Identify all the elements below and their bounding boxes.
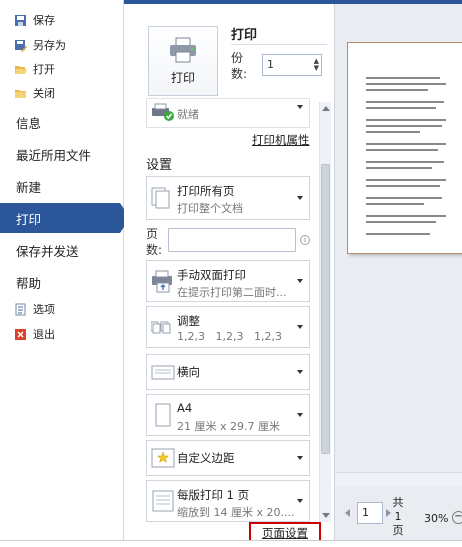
print-range-select[interactable]: 打印所有页 打印整个文档 — [146, 176, 310, 220]
nav-close-label: 关闭 — [33, 87, 55, 100]
pages-input[interactable] — [168, 228, 296, 252]
save-icon — [14, 14, 27, 27]
next-page-icon[interactable] — [386, 509, 391, 517]
copies-value: 1 — [267, 58, 274, 71]
paper-size-icon — [155, 403, 171, 427]
backstage-nav: 保存 另存为 打开 关闭 信息 最近所用文件 新建 打印 保存并发送 帮助 选项… — [0, 0, 130, 547]
page-navigator: 1 共 1 页 30% − — [335, 494, 462, 537]
info-icon[interactable]: i — [300, 235, 310, 245]
print-title: 打印 — [231, 28, 258, 43]
nav-options[interactable]: 选项 — [14, 299, 55, 319]
pages-icon — [151, 187, 170, 209]
chevron-down-icon — [297, 325, 303, 329]
chevron-down-icon — [297, 499, 303, 503]
page-number-input[interactable]: 1 — [357, 502, 383, 524]
scroll-down-icon[interactable] — [322, 513, 330, 518]
chevron-down-icon — [297, 370, 303, 374]
nav-save-send[interactable]: 保存并发送 — [0, 235, 124, 265]
status-bar — [0, 540, 462, 547]
nav-open-label: 打开 — [33, 63, 55, 76]
nav-options-label: 选项 — [33, 303, 55, 316]
divider — [231, 44, 327, 45]
scroll-up-icon[interactable] — [322, 106, 330, 111]
collate-select[interactable]: 调整 1,2,3 1,2,3 1,2,3 — [146, 306, 310, 348]
print-preview-pane: 1 共 1 页 30% − — [334, 4, 462, 547]
nav-new[interactable]: 新建 — [0, 171, 124, 201]
folder-close-icon — [14, 87, 27, 100]
collate-subtitle: 1,2,3 1,2,3 1,2,3 — [177, 330, 282, 343]
pages-per-sheet-title: 每版打印 1 页 — [177, 488, 250, 502]
duplex-title: 手动双面打印 — [177, 268, 246, 282]
copies-input[interactable]: 1 ▲ ▼ — [262, 54, 322, 76]
nav-close[interactable]: 关闭 — [14, 83, 55, 103]
custom-margins-icon — [151, 448, 175, 468]
preview-page — [347, 42, 462, 254]
folder-open-icon — [14, 63, 27, 76]
nav-save-as[interactable]: 另存为 — [14, 35, 66, 55]
settings-scrollbar[interactable] — [319, 102, 331, 522]
duplex-select[interactable]: 手动双面打印 在提示打印第二面时... — [146, 260, 310, 302]
page-setup-link[interactable]: 页面设置 — [262, 525, 308, 541]
save-as-icon — [14, 39, 27, 52]
orientation-select[interactable]: 横向 — [146, 354, 310, 390]
print-button[interactable]: 打印 — [148, 26, 218, 96]
nav-recent[interactable]: 最近所用文件 — [0, 139, 124, 169]
nav-print[interactable]: 打印 — [0, 203, 130, 233]
zoom-out-icon[interactable]: − — [452, 511, 462, 524]
printer-ready-icon — [152, 103, 174, 121]
landscape-icon — [151, 365, 175, 380]
settings-heading: 设置 — [146, 158, 173, 173]
chevron-down-icon — [297, 413, 303, 417]
print-range-title: 打印所有页 — [177, 184, 235, 198]
orientation-title: 横向 — [177, 365, 200, 379]
chevron-down-icon — [297, 456, 303, 460]
printer-icon — [170, 37, 196, 62]
prev-page-icon[interactable] — [345, 509, 350, 517]
margins-title: 自定义边距 — [177, 451, 235, 465]
total-pages: 共 1 页 — [392, 496, 404, 537]
nav-exit[interactable]: 退出 — [14, 324, 55, 344]
page-number-value: 1 — [362, 506, 369, 519]
zoom-level: 30% — [424, 512, 449, 525]
pages-label: 页数: — [146, 227, 163, 257]
collate-icon — [151, 321, 171, 334]
preview-hscrollbar[interactable] — [335, 472, 462, 486]
nav-help[interactable]: 帮助 — [0, 267, 124, 297]
exit-icon — [14, 328, 27, 341]
printer-status: 就绪 — [177, 108, 199, 121]
chevron-down-icon — [297, 105, 303, 109]
duplex-printer-icon — [152, 270, 172, 293]
printer-properties-link[interactable]: 打印机属性 — [252, 132, 310, 148]
margins-select[interactable]: 自定义边距 — [146, 440, 310, 476]
options-icon — [14, 303, 27, 316]
pages-per-sheet-subtitle: 缩放到 14 厘米 x 20.... — [177, 506, 295, 519]
print-settings-panel: 打印 打印 份数: 1 ▲ ▼ 就绪 打印机属性 设置 打印所有页 打印整个文档 … — [124, 4, 334, 547]
copies-spinner[interactable]: ▲ ▼ — [314, 58, 319, 72]
duplex-subtitle: 在提示打印第二面时... — [177, 286, 287, 299]
paper-size-select[interactable]: A4 21 厘米 x 29.7 厘米 — [146, 394, 310, 436]
nav-exit-label: 退出 — [33, 328, 55, 341]
print-button-label: 打印 — [170, 70, 195, 85]
copies-label: 份数: — [231, 51, 248, 81]
nav-open[interactable]: 打开 — [14, 59, 55, 79]
nav-save[interactable]: 保存 — [14, 10, 55, 30]
collate-title: 调整 — [177, 314, 200, 328]
printer-select[interactable]: 就绪 — [146, 98, 310, 128]
nav-save-label: 保存 — [33, 14, 55, 27]
paper-size-title: A4 — [177, 401, 193, 415]
pages-per-sheet-select[interactable]: 每版打印 1 页 缩放到 14 厘米 x 20.... — [146, 480, 310, 522]
print-range-subtitle: 打印整个文档 — [177, 202, 243, 215]
scroll-thumb[interactable] — [321, 164, 330, 454]
nav-save-as-label: 另存为 — [33, 39, 66, 52]
chevron-down-icon — [297, 196, 303, 200]
nav-info[interactable]: 信息 — [0, 107, 124, 137]
chevron-down-icon — [297, 279, 303, 283]
pages-per-sheet-icon — [152, 490, 174, 512]
paper-size-subtitle: 21 厘米 x 29.7 厘米 — [177, 420, 280, 433]
